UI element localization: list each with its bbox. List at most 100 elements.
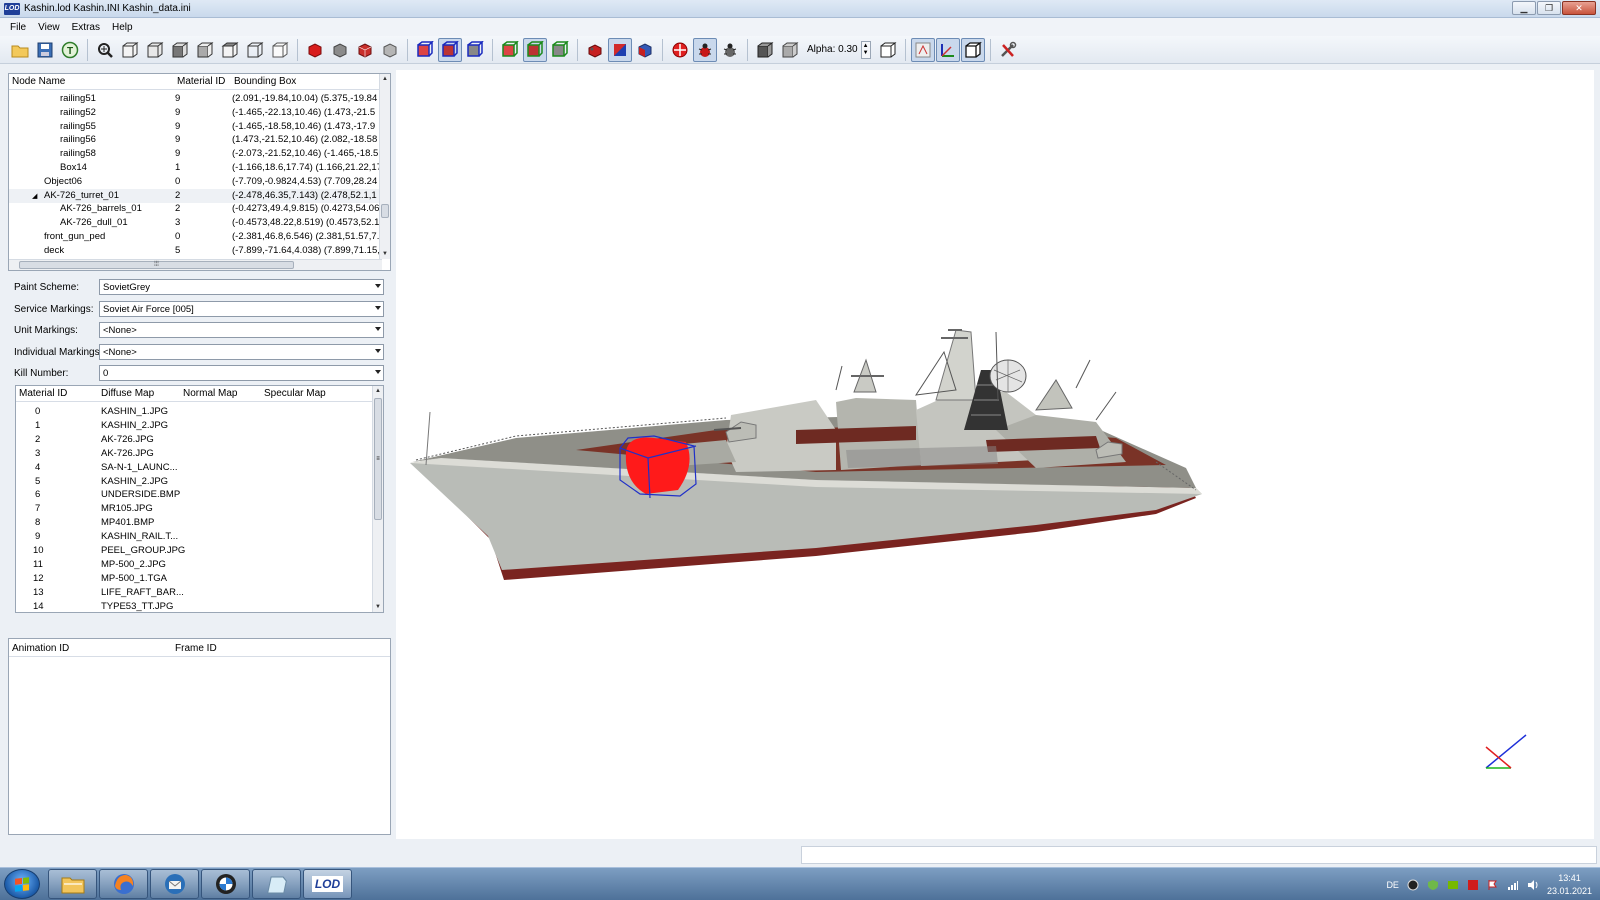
material-row[interactable]: 7 MR105.JPG <box>16 502 374 516</box>
material-row[interactable]: 10 PEEL_GROUP.JPG <box>16 544 374 558</box>
scroll-thumb[interactable] <box>381 204 389 218</box>
material-row[interactable]: 1 KASHIN_2.JPG <box>16 419 374 433</box>
material-table-vscroll[interactable]: ▲ ≡ ▼ <box>372 386 383 612</box>
column-specular-map[interactable]: Specular Map <box>264 388 326 399</box>
menu-file[interactable]: File <box>4 22 32 33</box>
bug-grey-icon[interactable] <box>718 38 742 62</box>
target-icon[interactable] <box>668 38 692 62</box>
green-bbox-selected-icon[interactable] <box>523 37 547 62</box>
material-row[interactable]: 12 MP-500_1.TGA <box>16 572 374 586</box>
tree-node[interactable]: AK-726_barrels_01 2 (-0.4273,49.4,9.815) (… <box>9 202 382 216</box>
frame-box-icon[interactable] <box>960 37 985 62</box>
tree-node[interactable]: railing56 9 (1.473,-21.52,10.46) (2.082,-1… <box>9 133 382 147</box>
column-diffuse-map[interactable]: Diffuse Map <box>101 388 154 399</box>
security-shield-icon[interactable] <box>1427 879 1439 891</box>
scroll-thumb[interactable]: ⦙⦙⦙ <box>19 261 294 269</box>
alpha-spinner[interactable]: ▲ ▼ <box>860 40 871 59</box>
taskbar-bmw[interactable] <box>201 869 250 899</box>
taskbar-explorer[interactable] <box>48 869 97 899</box>
open-folder-icon[interactable] <box>8 38 32 62</box>
bbox-selected-icon[interactable] <box>438 37 462 62</box>
material-texture-icon[interactable] <box>608 37 632 62</box>
shaded-grey-cube-icon[interactable] <box>378 38 402 62</box>
view-bottom-icon[interactable] <box>243 38 267 62</box>
pdf-reader-icon[interactable] <box>1467 879 1479 891</box>
column-frame-id[interactable]: Frame ID <box>175 643 217 654</box>
material-row[interactable]: 13 LIFE_RAFT_BAR... <box>16 586 374 600</box>
material-multi-icon[interactable] <box>633 38 657 62</box>
bbox-blue-icon[interactable] <box>413 38 437 62</box>
material-row[interactable]: 9 KASHIN_RAIL.T... <box>16 530 374 544</box>
tree-node[interactable]: railing58 9 (-2.073,-21.52,10.46) (-1.465,… <box>9 147 382 161</box>
paint-scheme-select[interactable]: SovietGrey <box>99 279 384 295</box>
unit-markings-select[interactable]: <None> <box>99 322 384 338</box>
material-row[interactable]: 5 KASHIN_2.JPG <box>16 475 374 489</box>
close-button[interactable]: ✕ <box>1562 1 1596 15</box>
view-top-icon[interactable] <box>218 38 242 62</box>
menu-help[interactable]: Help <box>106 22 139 33</box>
material-row[interactable]: 3 AK-726.JPG <box>16 447 374 461</box>
green-bbox-icon[interactable] <box>498 38 522 62</box>
bbox-all-icon[interactable] <box>463 38 487 62</box>
view-back-icon[interactable] <box>143 38 167 62</box>
nvidia-icon[interactable] <box>1447 879 1459 891</box>
expand-triangle-icon[interactable]: ◢ <box>32 192 37 200</box>
scroll-down-icon[interactable]: ▼ <box>373 602 383 612</box>
solid-red-cube-icon[interactable] <box>303 38 327 62</box>
green-bbox-all-icon[interactable] <box>548 38 572 62</box>
shaded-red-cube-icon[interactable] <box>353 38 377 62</box>
material-row[interactable]: 14 TYPE53_TT.JPG <box>16 600 374 612</box>
tree-node[interactable]: Object06 0 (-7.709,-0.9824,4.53) (7.709,28… <box>9 175 382 189</box>
solid-grey-cube-icon[interactable] <box>328 38 352 62</box>
node-tree-vscroll[interactable]: ▲ ▼ <box>379 74 390 259</box>
tree-node[interactable]: railing55 9 (-1.465,-18.58,10.46) (1.473,-… <box>9 120 382 134</box>
column-animation-id[interactable]: Animation ID <box>12 643 69 654</box>
texture-icon[interactable]: T <box>58 38 82 62</box>
zoom-icon[interactable] <box>93 38 117 62</box>
material-row[interactable]: 4 SA-N-1_LAUNC... <box>16 461 374 475</box>
menu-view[interactable]: View <box>32 22 66 33</box>
kill-number-select[interactable]: 0 <box>99 365 384 381</box>
tree-node[interactable]: deck 5 (-7.899,-71.64,4.038) (7.899,71.15, <box>9 244 382 258</box>
menu-extras[interactable]: Extras <box>66 22 106 33</box>
tree-node[interactable]: railing52 9 (-1.465,-22.13,10.46) (1.473,-… <box>9 106 382 120</box>
individual-markings-select[interactable]: <None> <box>99 343 384 360</box>
material-row[interactable]: 8 MP401.BMP <box>16 516 374 530</box>
minimize-button[interactable]: ▁ <box>1512 1 1536 15</box>
settings-tools-icon[interactable] <box>996 38 1020 62</box>
material-red-icon[interactable] <box>583 38 607 62</box>
wire-box-icon[interactable] <box>876 38 900 62</box>
view-right-icon[interactable] <box>193 38 217 62</box>
start-button[interactable] <box>4 869 40 899</box>
scroll-thumb[interactable]: ≡ <box>374 398 382 520</box>
view-front-icon[interactable] <box>118 38 142 62</box>
material-row[interactable]: 11 MP-500_2.JPG <box>16 558 374 572</box>
column-bounding-box[interactable]: Bounding Box <box>234 76 296 87</box>
taskbar-firefox[interactable] <box>99 869 148 899</box>
axes-toggle-icon[interactable] <box>935 37 960 62</box>
tree-node[interactable]: railing51 9 (2.091,-19.84,10.04) (5.375,-1… <box>9 92 382 106</box>
grid-toggle-icon[interactable] <box>910 37 935 62</box>
action-center-flag-icon[interactable] <box>1487 879 1499 891</box>
column-normal-map[interactable]: Normal Map <box>183 388 237 399</box>
material-row[interactable]: 6 UNDERSIDE.BMP <box>16 488 374 502</box>
tree-node[interactable]: Box14 1 (-1.166,18.6,17.74) (1.166,21.22,1… <box>9 161 382 175</box>
material-row[interactable]: 0 KASHIN_1.JPG <box>16 405 374 419</box>
taskbar-lod-viewer[interactable]: LOD <box>303 869 352 899</box>
solid-box-icon[interactable] <box>753 38 777 62</box>
service-markings-select[interactable]: Soviet Air Force [005] <box>99 300 384 317</box>
save-icon[interactable] <box>33 38 57 62</box>
taskbar-notepad[interactable] <box>252 869 301 899</box>
column-material-id[interactable]: Material ID <box>19 388 67 399</box>
column-material-id[interactable]: Material ID <box>177 76 225 87</box>
network-globe-icon[interactable] <box>1407 879 1419 891</box>
volume-icon[interactable] <box>1527 879 1539 891</box>
view-left-icon[interactable] <box>168 38 192 62</box>
view-perspective-icon[interactable] <box>268 38 292 62</box>
language-indicator[interactable]: DE <box>1386 880 1399 890</box>
tree-node[interactable]: ◢ AK-726_turret_01 2 (-2.478,46.35,7.143) (… <box>9 188 382 203</box>
scroll-down-icon[interactable]: ▼ <box>380 249 390 259</box>
tree-node[interactable]: AK-726_dull_01 3 (-0.4573,48.22,8.519) (0.… <box>9 216 382 230</box>
material-row[interactable]: 2 AK-726.JPG <box>16 433 374 447</box>
bug-red-icon[interactable] <box>693 37 717 62</box>
